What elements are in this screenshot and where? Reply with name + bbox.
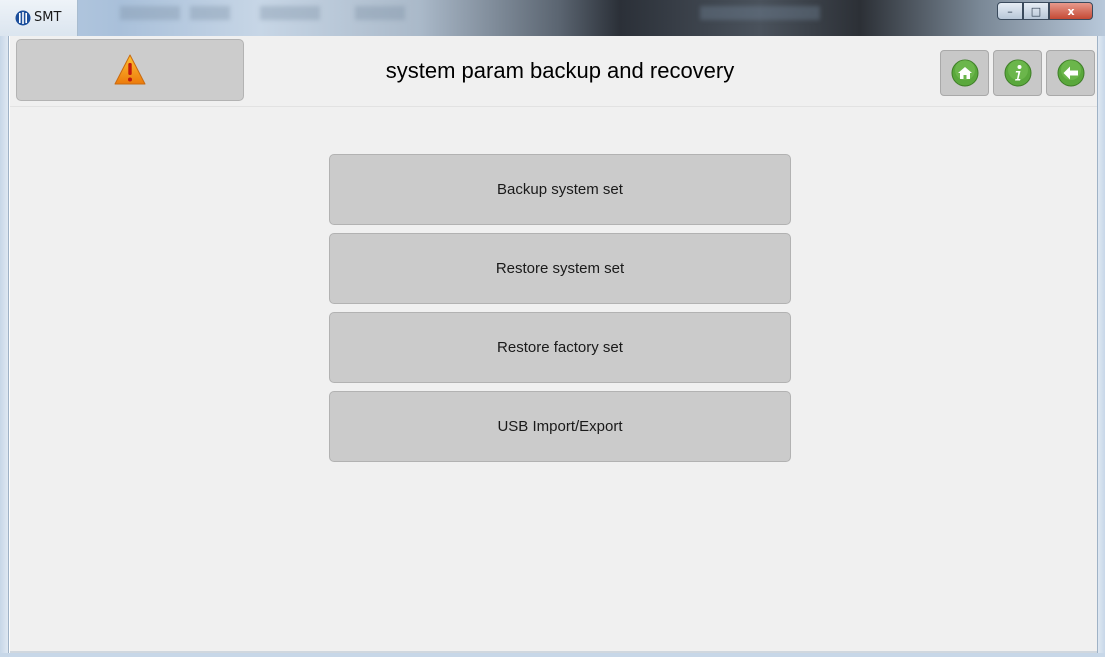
window-right-border xyxy=(1097,36,1105,657)
page-title: system param backup and recovery xyxy=(385,58,735,83)
window-bottom-border xyxy=(0,653,1105,657)
client-area: system param backup and recovery Backup … xyxy=(10,36,1097,653)
titlebar-background-blur xyxy=(120,6,180,20)
titlebar-background-blur xyxy=(190,6,230,20)
app-logo-icon xyxy=(15,10,31,26)
alarm-button[interactable] xyxy=(16,39,244,101)
app-window: SMT – □ x system param backup and recove… xyxy=(0,0,1105,657)
warning-triangle-icon xyxy=(114,54,146,85)
maximize-button[interactable]: □ xyxy=(1023,2,1049,20)
app-title: SMT xyxy=(34,10,62,25)
backup-menu: Backup system set Restore system set Res… xyxy=(329,154,791,470)
page-header: system param backup and recovery xyxy=(10,36,1097,107)
minimize-button[interactable]: – xyxy=(997,2,1023,20)
back-arrow-icon xyxy=(1057,59,1084,87)
info-icon xyxy=(1004,59,1031,87)
titlebar-app-area: SMT xyxy=(0,0,78,36)
home-icon xyxy=(951,59,978,87)
titlebar-background-blur xyxy=(355,6,405,20)
home-button[interactable] xyxy=(940,50,989,96)
backup-system-set-button[interactable]: Backup system set xyxy=(329,154,791,225)
window-controls: – □ x xyxy=(997,2,1093,20)
close-icon: x xyxy=(1067,4,1075,18)
window-titlebar[interactable]: SMT – □ x xyxy=(0,0,1105,36)
window-left-border xyxy=(0,36,9,657)
back-button[interactable] xyxy=(1046,50,1095,96)
usb-import-export-button[interactable]: USB Import/Export xyxy=(329,391,791,462)
info-button[interactable] xyxy=(993,50,1042,96)
nav-button-group xyxy=(936,50,1095,96)
minimize-icon: – xyxy=(1007,4,1013,18)
restore-system-set-button[interactable]: Restore system set xyxy=(329,233,791,304)
maximize-icon: □ xyxy=(1030,4,1042,18)
titlebar-background-blur xyxy=(260,6,320,20)
restore-factory-set-button[interactable]: Restore factory set xyxy=(329,312,791,383)
close-button[interactable]: x xyxy=(1049,2,1093,20)
titlebar-background-blur xyxy=(700,6,820,20)
